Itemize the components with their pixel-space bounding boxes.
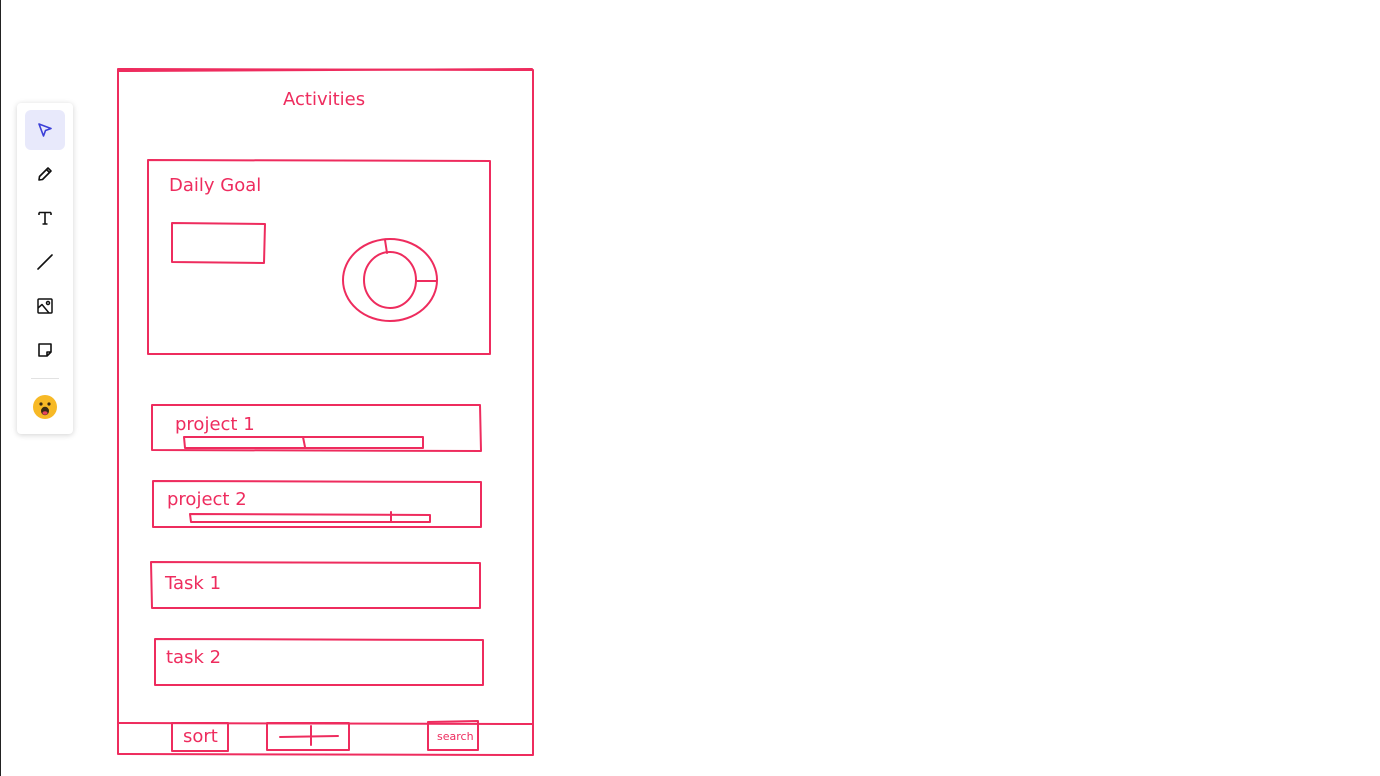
drawing-toolbar — [17, 103, 73, 434]
sticky-note-icon — [38, 343, 52, 357]
cursor-icon — [38, 123, 52, 137]
search-label: search — [437, 730, 474, 743]
emoji-tool-button[interactable] — [25, 387, 65, 427]
emoji-icon — [33, 395, 57, 419]
image-icon — [37, 298, 53, 314]
sticky-note-tool-button[interactable] — [25, 330, 65, 370]
task-2-label: task 2 — [166, 647, 222, 668]
task-1-label: Task 1 — [165, 573, 222, 594]
project-2-label: project 2 — [167, 489, 247, 510]
plus-icon — [279, 725, 339, 746]
text-tool-button[interactable] — [25, 198, 65, 238]
line-icon — [37, 254, 53, 270]
sort-label: sort — [183, 726, 218, 747]
donut-chart-icon — [342, 238, 438, 322]
toolbar-divider — [31, 378, 59, 379]
image-tool-button[interactable] — [25, 286, 65, 326]
project-2-progress-track — [189, 513, 431, 523]
whiteboard-canvas[interactable]: Activities Daily Goal project 1 project … — [0, 0, 1380, 776]
select-tool-button[interactable] — [25, 110, 65, 150]
text-icon — [38, 211, 52, 225]
pencil-icon — [38, 167, 52, 181]
project-1-label: project 1 — [175, 414, 255, 435]
goal-placeholder-box — [171, 222, 266, 264]
line-tool-button[interactable] — [25, 242, 65, 282]
pencil-tool-button[interactable] — [25, 154, 65, 194]
goal-card-title: Daily Goal — [169, 175, 262, 196]
project-1-progress-fill-divider — [302, 436, 306, 448]
wireframe-title: Activities — [283, 89, 366, 110]
